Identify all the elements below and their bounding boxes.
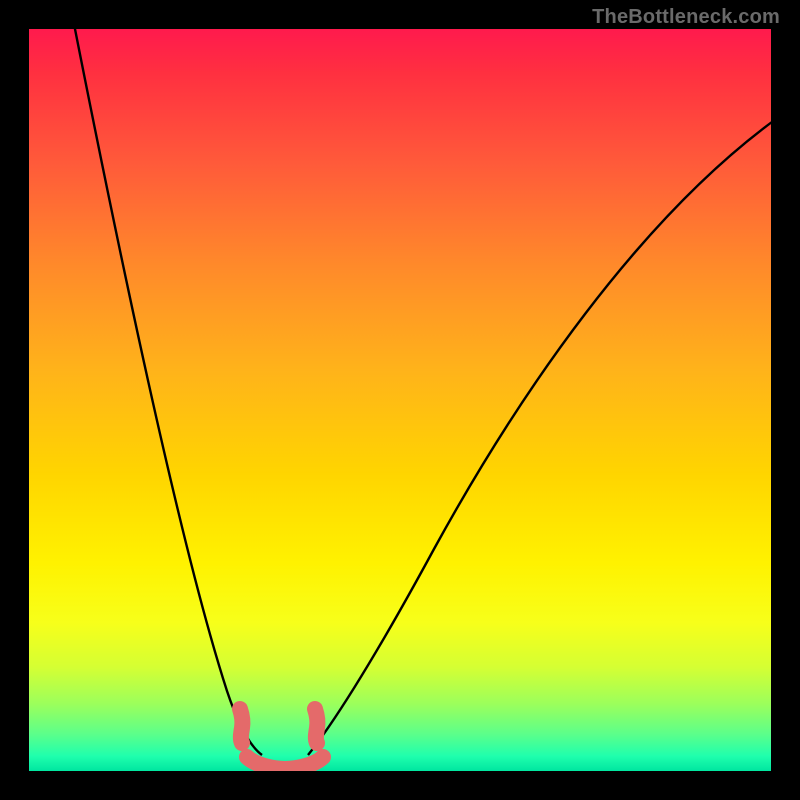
plot-area (29, 29, 771, 771)
mark-right-squiggle (315, 709, 317, 743)
mark-left-squiggle (240, 709, 242, 743)
trough-marks (240, 709, 323, 769)
curve-overlay (29, 29, 771, 771)
curve-left (74, 29, 262, 755)
watermark: TheBottleneck.com (592, 6, 780, 29)
mark-bottom-arc (247, 757, 323, 769)
curve-right (308, 119, 771, 755)
